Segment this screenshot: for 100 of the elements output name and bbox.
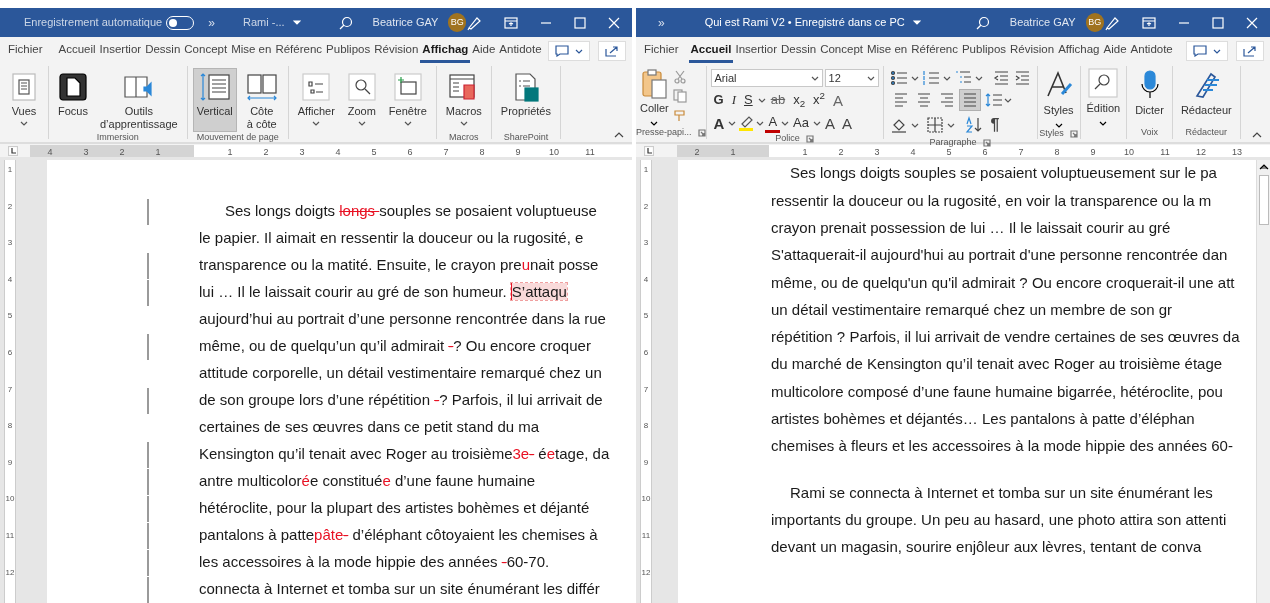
ribbon-button[interactable]: Côte à côte: [240, 68, 283, 132]
scrollbar-thumb[interactable]: [1258, 175, 1269, 225]
ruler-number: 7: [7, 385, 13, 396]
align-justify-button[interactable]: [958, 89, 981, 111]
pilcrow-button[interactable]: ¶: [990, 113, 1000, 137]
user-name[interactable]: Beatrice GAY: [1009, 14, 1076, 31]
subscript-button[interactable]: x$_{2}$: [790, 90, 809, 110]
editing-button[interactable]: Édition: [1080, 66, 1127, 126]
dialog-launcher-icon[interactable]: [982, 139, 991, 147]
scroll-up-icon[interactable]: [1258, 163, 1269, 171]
ribbon-tab[interactable]: Fichier: [6, 39, 45, 63]
close-icon[interactable]: [608, 16, 620, 29]
ribbon-tab[interactable]: Référenc: [909, 39, 960, 63]
ribbon-tab[interactable]: Antidote: [497, 39, 544, 63]
tab-stop-icon[interactable]: [644, 145, 654, 156]
comments-button[interactable]: [548, 41, 590, 61]
borders-icon[interactable]: [925, 116, 944, 134]
ribbon-button[interactable]: Fenêtre: [384, 68, 431, 132]
ribbon-tab[interactable]: Accueil: [688, 39, 734, 63]
ribbon-button[interactable]: Macros: [441, 68, 486, 132]
ribbon-tab[interactable]: Aide: [1101, 39, 1129, 63]
dictate-button[interactable]: Dicter: [1127, 66, 1172, 119]
shrink-button[interactable]: A: [838, 113, 855, 133]
ribbon-display-icon[interactable]: [1142, 16, 1156, 29]
dialog-launcher-icon[interactable]: [1069, 129, 1078, 138]
document-title[interactable]: Qui est Rami V2 • Enregistré dans ce PC: [704, 14, 905, 31]
search-icon[interactable]: [338, 15, 353, 30]
close-icon[interactable]: [1246, 16, 1258, 29]
ribbon-tab[interactable]: Dessin: [143, 39, 183, 63]
collapse-ribbon-icon[interactable]: [1252, 132, 1262, 138]
document-title[interactable]: Rami -...: [243, 14, 285, 31]
italic-button[interactable]: I: [728, 90, 739, 110]
ribbon-tab[interactable]: Insertior: [733, 39, 779, 63]
font-size-field[interactable]: 12: [824, 69, 879, 87]
editor-button[interactable]: Rédacteur: [1172, 66, 1240, 119]
ribbon-tab[interactable]: Publipos: [959, 39, 1009, 63]
document-line: Rami se connecta à Internet et tomba sur un site énumérant les: [789, 482, 1213, 503]
ribbon-tab[interactable]: Accueil: [56, 39, 98, 63]
format-painter-icon[interactable]: [672, 108, 687, 122]
bullet-list-icon[interactable]: [889, 69, 908, 87]
comments-button[interactable]: [1186, 41, 1228, 61]
superscript-button[interactable]: x$^{2}$: [810, 90, 828, 110]
ribbon-tab[interactable]: Mise en: [865, 39, 910, 63]
scissors-icon[interactable]: [672, 70, 687, 84]
highlighter-icon[interactable]: [737, 114, 756, 132]
font-color-button[interactable]: A: [765, 113, 781, 133]
ribbon-tab[interactable]: Insertior: [97, 39, 144, 63]
ribbon-button[interactable]: Vues: [5, 68, 43, 132]
grow-button[interactable]: A: [821, 113, 838, 133]
share-button[interactable]: [1236, 41, 1264, 61]
ribbon-tab[interactable]: Mise en: [229, 39, 274, 63]
ribbon-display-icon[interactable]: [504, 16, 518, 29]
maximize-icon[interactable]: [1212, 16, 1224, 29]
ribbon-tab[interactable]: Concept: [182, 39, 230, 63]
user-avatar[interactable]: BG: [1085, 13, 1104, 32]
line-spacing-icon[interactable]: [984, 91, 1003, 109]
sort-icon[interactable]: [963, 116, 982, 134]
scrollbar[interactable]: [1256, 160, 1270, 603]
share-button[interactable]: [598, 41, 626, 61]
paste-button[interactable]: Coller: [640, 66, 669, 126]
ruler-number: 10: [641, 495, 651, 506]
collapse-ribbon-icon[interactable]: [614, 132, 624, 138]
tab-stop-icon[interactable]: [8, 145, 18, 156]
user-name[interactable]: Beatrice GAY: [372, 14, 439, 31]
ribbon-button[interactable]: Focus: [54, 68, 92, 132]
effects-button[interactable]: A: [710, 113, 728, 133]
ribbon-tab[interactable]: Référenc: [273, 39, 325, 63]
ribbon-button[interactable]: Outils d’apprentissage: [96, 68, 182, 132]
strike-button[interactable]: ab: [767, 90, 789, 110]
ribbon-tab[interactable]: Affichag: [420, 39, 471, 63]
more-commands-button[interactable]: »: [208, 13, 216, 32]
font-name-field[interactable]: Arial: [710, 69, 823, 87]
ribbon-button[interactable]: Vertical: [192, 68, 237, 132]
numbered-list-icon[interactable]: [921, 69, 940, 87]
ribbon-tab[interactable]: Aide: [470, 39, 498, 63]
ribbon-tab[interactable]: Révision: [372, 39, 421, 63]
dialog-launcher-icon[interactable]: [805, 135, 814, 143]
more-commands-button[interactable]: »: [658, 13, 665, 32]
ribbon-tab[interactable]: Dessin: [779, 39, 819, 63]
styles-button[interactable]: Styles: [1037, 66, 1080, 128]
ribbon-button[interactable]: Zoom: [342, 68, 381, 132]
search-icon[interactable]: [975, 15, 990, 30]
ribbon-tab[interactable]: Révision: [1008, 39, 1057, 63]
case-button[interactable]: Aa: [790, 113, 812, 133]
document-line: devant un magasin, sourire enjôleur aux lèvres, tentant de conva: [770, 537, 1202, 558]
user-avatar[interactable]: BG: [448, 13, 466, 32]
maximize-icon[interactable]: [574, 16, 586, 29]
bold-button[interactable]: G: [710, 90, 727, 110]
ribbon-button[interactable]: Propriétés: [496, 68, 555, 132]
ribbon-tab[interactable]: Publipos: [324, 39, 373, 63]
ribbon-tab[interactable]: Fichier: [642, 39, 681, 63]
ribbon-tab[interactable]: Antidote: [1128, 39, 1175, 63]
dialog-launcher-icon[interactable]: [697, 129, 706, 137]
copy-icon[interactable]: [672, 89, 687, 103]
ribbon-tab[interactable]: Concept: [818, 39, 865, 63]
ribbon-button[interactable]: Afficher: [293, 68, 339, 132]
underline-button[interactable]: S: [741, 90, 756, 110]
clear-button[interactable]: A: [830, 90, 847, 110]
ribbon-tab[interactable]: Affichag: [1056, 39, 1102, 63]
document-line: du marché de Kensington qu’il tenait avec Roger au troisième étage: [770, 354, 1223, 375]
